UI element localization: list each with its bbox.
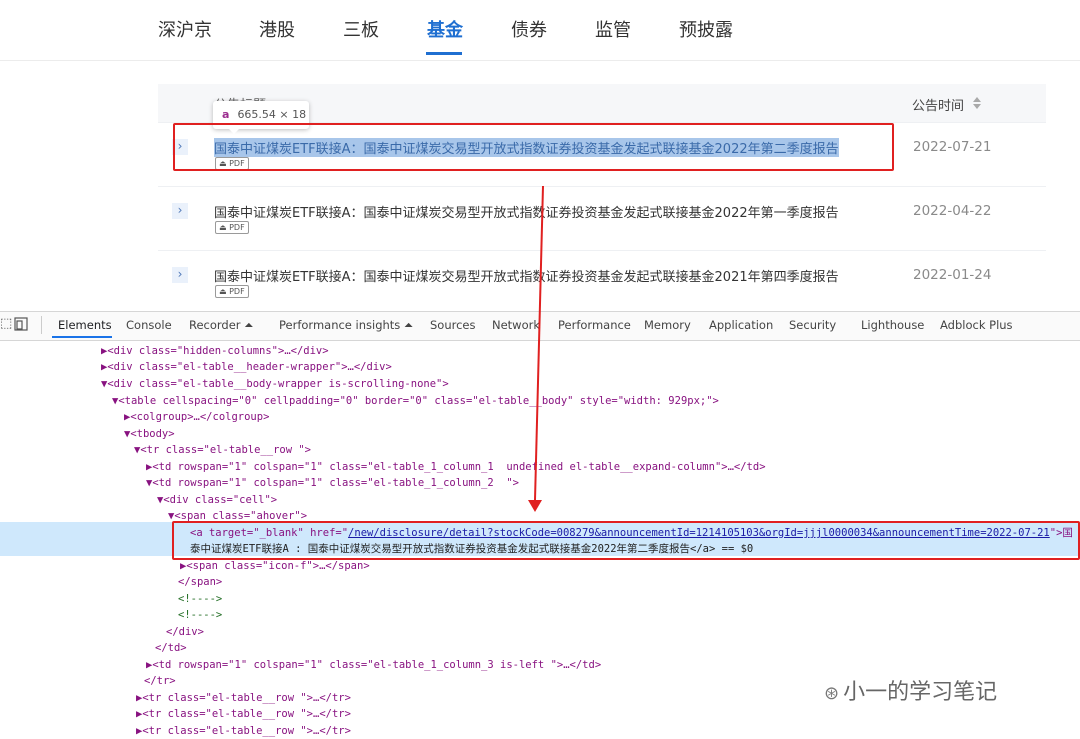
annotation-arrow bbox=[528, 185, 544, 512]
wechat-icon: ⊛ bbox=[824, 683, 840, 704]
watermark-text: 小一的学习笔记 bbox=[843, 680, 998, 705]
watermark: ⊛ 小一的学习笔记 bbox=[824, 674, 997, 706]
